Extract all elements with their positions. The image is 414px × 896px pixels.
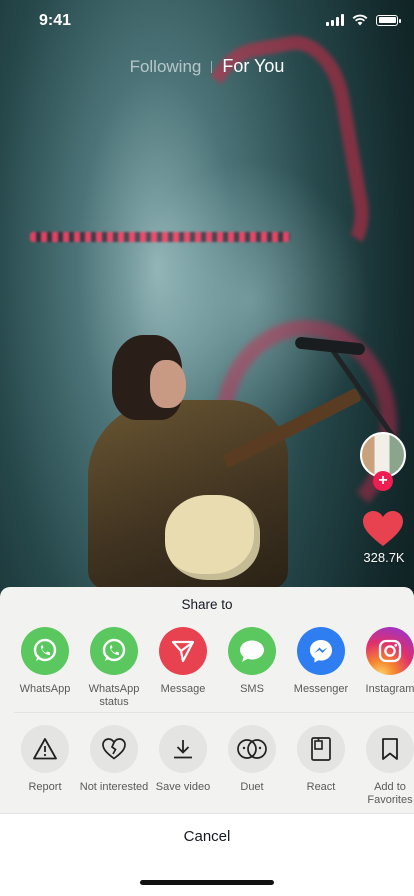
video-feed-screen[interactable]: 9:41 Following For You + 328.7K Share to xyxy=(0,0,414,896)
guitar-body xyxy=(165,495,260,580)
share-target-label: Messenger xyxy=(293,683,349,695)
share-target-label: Instagram xyxy=(365,683,414,695)
whatsapp-icon xyxy=(21,627,69,675)
share-instagram[interactable]: Instagram xyxy=(355,627,414,696)
follow-button[interactable]: + xyxy=(373,471,393,491)
whatsapp-status-icon xyxy=(90,627,138,675)
warning-icon xyxy=(21,725,69,773)
status-time: 9:41 xyxy=(39,12,72,29)
share-target-label: WhatsApp xyxy=(19,683,71,695)
tab-following[interactable]: Following xyxy=(130,57,202,77)
action-duet[interactable]: Duet xyxy=(217,725,287,794)
action-add-favorites[interactable]: Add to Favorites xyxy=(355,725,414,807)
share-sheet-title: Share to xyxy=(181,597,233,612)
battery-icon xyxy=(376,14,401,26)
action-not-interested[interactable]: Not interested xyxy=(79,725,149,794)
sms-bubble-icon xyxy=(228,627,276,675)
share-whatsapp[interactable]: WhatsApp xyxy=(10,627,80,696)
like-heart-icon[interactable] xyxy=(362,510,404,548)
duet-icon xyxy=(228,725,276,773)
wifi-icon xyxy=(352,14,368,26)
action-save-video[interactable]: Save video xyxy=(148,725,218,794)
broken-heart-icon xyxy=(90,725,138,773)
action-report[interactable]: Report xyxy=(10,725,80,794)
performer-face xyxy=(150,360,186,408)
share-messenger[interactable]: Messenger xyxy=(286,627,356,696)
download-icon xyxy=(159,725,207,773)
share-whatsapp-status[interactable]: WhatsApp status xyxy=(79,627,149,709)
messenger-icon xyxy=(297,627,345,675)
action-label: Duet xyxy=(240,781,264,793)
action-label: Save video xyxy=(155,781,211,793)
bookmark-icon xyxy=(366,725,414,773)
send-icon xyxy=(159,627,207,675)
share-message[interactable]: Message xyxy=(148,627,218,696)
action-label: Add to Favorites xyxy=(367,781,413,806)
cellular-signal-icon xyxy=(326,14,344,26)
actions-row[interactable]: Report Not interested Save video Duet Re… xyxy=(0,725,414,825)
tab-divider xyxy=(211,60,213,73)
home-indicator[interactable] xyxy=(140,880,274,885)
react-icon xyxy=(297,725,345,773)
instagram-icon xyxy=(366,627,414,675)
like-count: 328.7K xyxy=(363,550,405,565)
action-react[interactable]: React xyxy=(286,725,356,794)
stage-light-rig xyxy=(30,232,290,242)
share-target-label: SMS xyxy=(240,683,264,695)
action-label: Not interested xyxy=(79,781,149,793)
action-label: React xyxy=(306,781,336,793)
status-icons xyxy=(326,14,401,26)
share-target-label: Message xyxy=(160,683,206,695)
sheet-divider xyxy=(14,712,414,713)
tab-for-you[interactable]: For You xyxy=(222,56,284,77)
status-bar: 9:41 xyxy=(0,0,414,44)
share-target-label: WhatsApp status xyxy=(88,683,140,708)
action-label: Report xyxy=(28,781,62,793)
share-sms[interactable]: SMS xyxy=(217,627,287,696)
cancel-button[interactable]: Cancel xyxy=(0,828,414,845)
feed-tabs: Following For You xyxy=(0,56,414,77)
